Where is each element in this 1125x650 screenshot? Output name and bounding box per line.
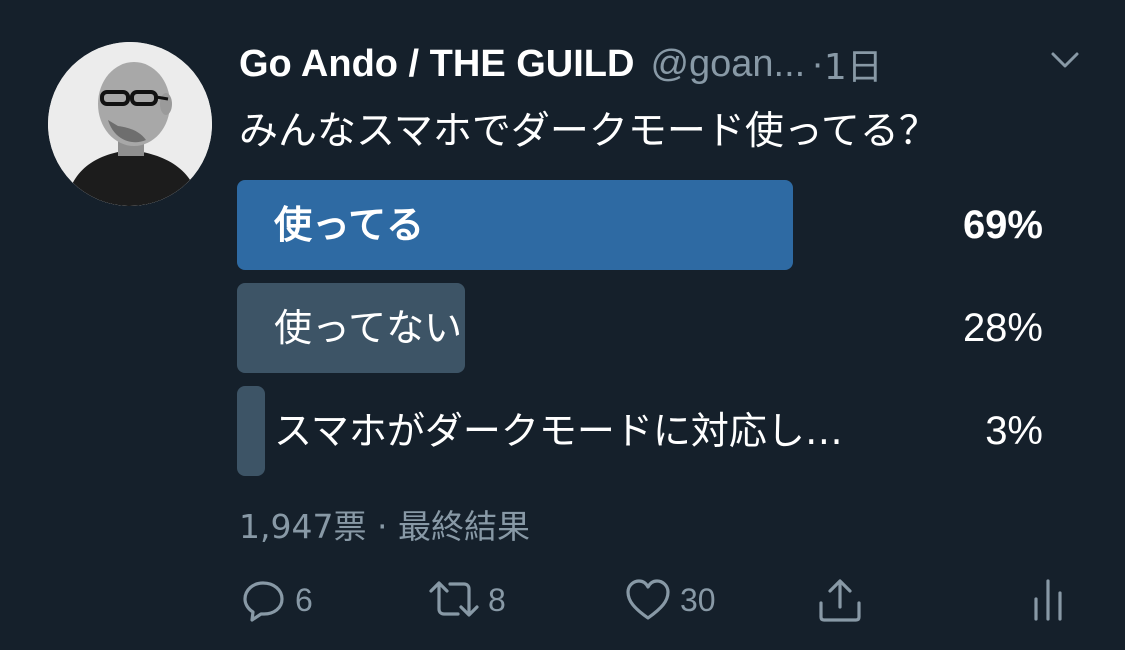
poll-option-label: 使ってる (274, 203, 425, 247)
retweet-button[interactable]: 8 (428, 575, 506, 625)
tweet-header: Go Ando / THE GUILD @goan... · 1日 (239, 36, 883, 92)
chevron-down-icon[interactable] (1050, 48, 1080, 72)
tweet: Go Ando / THE GUILD @goan... · 1日 みんなスマホ… (0, 0, 1125, 650)
share-icon (819, 579, 861, 622)
avatar[interactable] (48, 42, 212, 206)
tweet-text: みんなスマホでダークモード使ってる？ (239, 109, 938, 154)
poll-option-percent: 28% (962, 306, 1043, 350)
poll-option-percent: 3% (985, 409, 1043, 453)
like-button[interactable]: 30 (624, 575, 716, 625)
reply-count: 6 (295, 581, 313, 618)
poll-summary: 1,947票 · 最終結果 (239, 507, 530, 546)
analytics-icon (1034, 579, 1062, 621)
retweet-count: 8 (488, 581, 506, 618)
like-count: 30 (680, 581, 716, 618)
poll-option-label: 使ってない (274, 306, 463, 350)
poll-option: スマホがダークモードに対応し… 3% (237, 386, 1043, 476)
poll-option-label: スマホがダークモードに対応し… (274, 409, 843, 453)
user-handle[interactable]: @goan... (650, 43, 805, 86)
heart-icon (626, 579, 670, 620)
reply-button[interactable]: 6 (241, 575, 313, 625)
display-name[interactable]: Go Ando / THE GUILD (239, 43, 634, 86)
avatar-image (48, 42, 212, 206)
retweet-icon (429, 581, 479, 617)
reply-icon (243, 581, 284, 622)
tweet-timestamp[interactable]: 1日 (824, 38, 883, 90)
poll-result-bar (237, 386, 265, 476)
poll-option-percent: 69% (962, 203, 1043, 247)
poll-option: 使ってる 69% (237, 180, 1043, 270)
header-separator: · (811, 42, 824, 85)
tweet-action-bar: 6 8 30 (0, 575, 1125, 625)
poll-option: 使ってない 28% (237, 283, 1043, 373)
analytics-button[interactable] (1030, 575, 1066, 625)
share-button[interactable] (816, 575, 864, 625)
